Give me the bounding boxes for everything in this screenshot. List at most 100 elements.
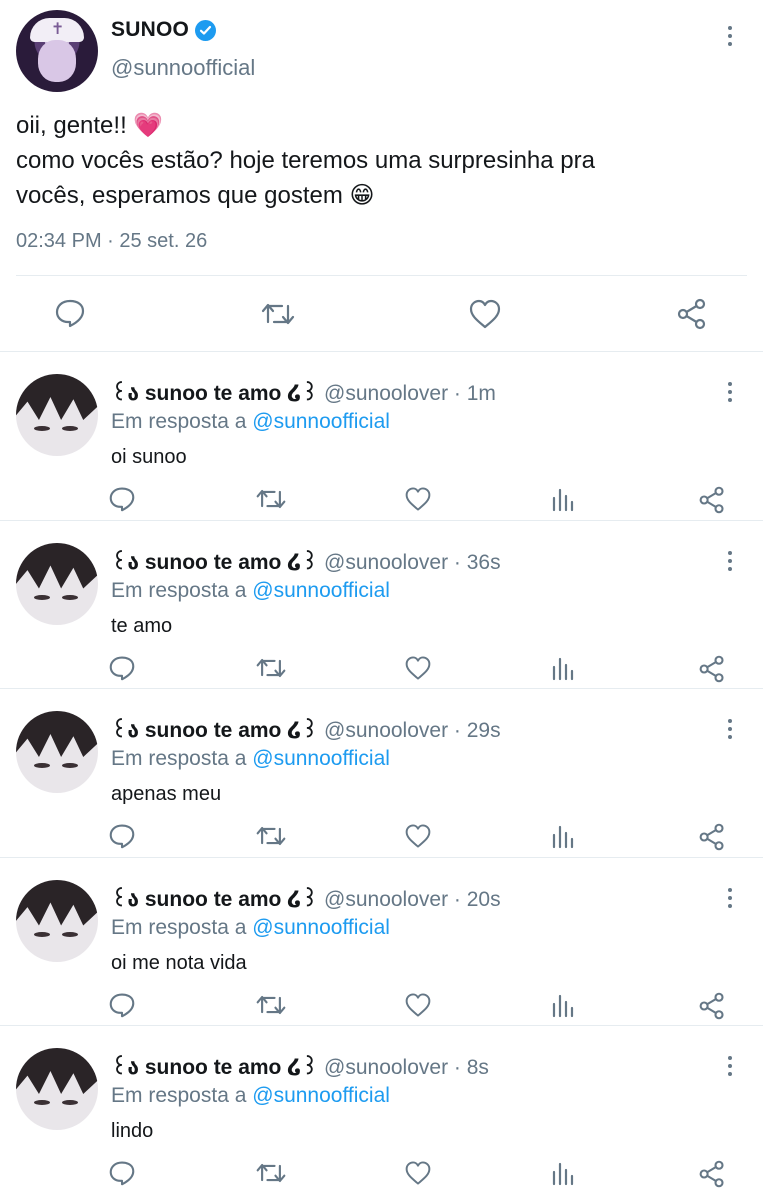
- reply-header: ꒰ა sunoo te amo ໒꒱ @sunoolover · 36s: [111, 547, 501, 575]
- more-icon[interactable]: [727, 1056, 733, 1076]
- reply-action-bar: [0, 655, 763, 683]
- views-icon[interactable]: [551, 655, 575, 681]
- avatar[interactable]: [16, 711, 98, 793]
- cap-graphic: [30, 18, 84, 42]
- author-display-name[interactable]: SUNOO: [111, 18, 189, 42]
- tweet-body: oii, gente!! 💗 como vocês estão? hoje te…: [16, 108, 741, 213]
- reply-prefix: Em resposta a: [111, 578, 247, 602]
- like-icon[interactable]: [403, 992, 433, 1018]
- reply-header: ꒰ა sunoo te amo ໒꒱ @sunoolover · 20s: [111, 884, 501, 912]
- reply-context: Em resposta a @sunnoofficial: [111, 1084, 390, 1108]
- reply-display-name[interactable]: ꒰ა sunoo te amo ໒꒱: [111, 382, 318, 405]
- reply-text: apenas meu: [111, 783, 222, 805]
- reply-icon[interactable]: [107, 992, 137, 1018]
- like-icon[interactable]: [403, 486, 433, 512]
- reply-display-name[interactable]: ꒰ა sunoo te amo ໒꒱: [111, 551, 318, 574]
- reply-context: Em resposta a @sunnoofficial: [111, 747, 390, 771]
- reply-to-link[interactable]: @sunnoofficial: [252, 916, 390, 939]
- like-icon[interactable]: [468, 298, 502, 330]
- reply-prefix: Em resposta a: [111, 410, 247, 433]
- retweet-icon[interactable]: [260, 300, 296, 328]
- retweet-icon[interactable]: [255, 992, 287, 1018]
- share-icon[interactable]: [676, 298, 708, 330]
- avatar[interactable]: [16, 10, 98, 92]
- reply-meta: @sunoolover · 36s: [324, 550, 501, 574]
- tweet-timestamp[interactable]: 02:34 PM · 25 set. 26: [16, 230, 207, 253]
- reply-meta: @sunoolover · 29s: [324, 719, 501, 742]
- reply-display-name[interactable]: ꒰ა sunoo te amo ໒꒱: [111, 888, 318, 911]
- more-icon[interactable]: [727, 719, 733, 739]
- reply-action-bar: [0, 823, 763, 851]
- share-icon[interactable]: [698, 823, 726, 851]
- reply-context: Em resposta a @sunnoofficial: [111, 916, 390, 940]
- like-icon[interactable]: [403, 823, 433, 849]
- more-icon[interactable]: [727, 550, 733, 571]
- author-name-row: SUNOO: [111, 18, 217, 42]
- reply-tweet[interactable]: ꒰ა sunoo te amo ໒꒱ @sunoolover · 29s Em …: [0, 689, 763, 858]
- views-icon[interactable]: [551, 1160, 575, 1186]
- reply-to-link[interactable]: @sunnoofficial: [252, 579, 390, 602]
- reply-tweet[interactable]: ꒰ა sunoo te amo ໒꒱ @sunoolover · 20s Em …: [0, 858, 763, 1026]
- retweet-icon[interactable]: [255, 486, 287, 512]
- reply-text: te amo: [111, 614, 173, 637]
- reply-display-name[interactable]: ꒰ა sunoo te amo ໒꒱: [111, 1056, 318, 1079]
- tweet-line: como vocês estão? hoje teremos uma surpr…: [16, 147, 595, 174]
- reply-header: ꒰ა sunoo te amo ໒꒱ @sunoolover · 1m: [111, 378, 496, 406]
- share-icon[interactable]: [698, 655, 726, 683]
- reply-text: oi me nota vida: [111, 951, 247, 974]
- reply-meta: @sunoolover · 20s: [324, 887, 501, 911]
- share-icon[interactable]: [698, 1160, 726, 1188]
- reply-meta: @sunoolover · 8s: [324, 1056, 489, 1079]
- avatar[interactable]: [16, 542, 98, 625]
- reply-to-link[interactable]: @sunnoofficial: [252, 1084, 390, 1107]
- like-icon[interactable]: [403, 1160, 433, 1186]
- reply-text: lindo: [111, 1120, 154, 1142]
- reply-prefix: Em resposta a: [111, 1084, 247, 1107]
- reply-icon[interactable]: [107, 655, 137, 681]
- avatar[interactable]: [16, 879, 98, 962]
- reply-header: ꒰ა sunoo te amo ໒꒱ @sunoolover · 8s: [111, 1052, 489, 1080]
- retweet-icon[interactable]: [255, 823, 287, 849]
- reply-text: oi sunoo: [111, 446, 187, 468]
- reply-tweet[interactable]: ꒰ა sunoo te amo ໒꒱ @sunoolover · 8s Em r…: [0, 1026, 763, 1195]
- face-graphic: [38, 40, 76, 82]
- main-action-bar: [0, 296, 763, 332]
- main-tweet: SUNOO @sunnoofficial oii, gente!! 💗 como…: [0, 0, 763, 352]
- reply-list: ꒰ა sunoo te amo ໒꒱ @sunoolover · 1m Em r…: [0, 352, 763, 1195]
- reply-prefix: Em resposta a: [111, 915, 247, 939]
- share-icon[interactable]: [698, 992, 726, 1020]
- reply-to-link[interactable]: @sunnoofficial: [252, 410, 390, 433]
- reply-tweet[interactable]: ꒰ა sunoo te amo ໒꒱ @sunoolover · 36s Em …: [0, 521, 763, 689]
- avatar[interactable]: [16, 374, 98, 456]
- reply-context: Em resposta a @sunnoofficial: [111, 410, 390, 434]
- reply-action-bar: [0, 1160, 763, 1188]
- verified-badge-icon: [195, 19, 217, 41]
- reply-icon[interactable]: [107, 486, 137, 512]
- more-icon[interactable]: [727, 382, 733, 402]
- more-icon[interactable]: [727, 887, 733, 908]
- reply-header: ꒰ა sunoo te amo ໒꒱ @sunoolover · 29s: [111, 715, 501, 743]
- avatar[interactable]: [16, 1048, 98, 1130]
- like-icon[interactable]: [403, 655, 433, 681]
- divider: [16, 275, 747, 276]
- reply-tweet[interactable]: ꒰ა sunoo te amo ໒꒱ @sunoolover · 1m Em r…: [0, 352, 763, 521]
- reply-meta: @sunoolover · 1m: [324, 382, 496, 405]
- reply-display-name[interactable]: ꒰ა sunoo te amo ໒꒱: [111, 719, 318, 742]
- reply-prefix: Em resposta a: [111, 747, 247, 770]
- reply-to-link[interactable]: @sunnoofficial: [252, 747, 390, 770]
- reply-action-bar: [0, 992, 763, 1020]
- more-icon[interactable]: [727, 26, 733, 46]
- author-handle[interactable]: @sunnoofficial: [111, 55, 255, 81]
- retweet-icon[interactable]: [255, 655, 287, 681]
- tweet-line: vocês, esperamos que gostem 😁: [16, 182, 375, 209]
- reply-icon[interactable]: [107, 823, 137, 849]
- views-icon[interactable]: [551, 486, 575, 512]
- views-icon[interactable]: [551, 992, 575, 1018]
- share-icon[interactable]: [698, 486, 726, 514]
- reply-icon[interactable]: [54, 298, 86, 328]
- reply-context: Em resposta a @sunnoofficial: [111, 579, 390, 603]
- views-icon[interactable]: [551, 823, 575, 849]
- retweet-icon[interactable]: [255, 1160, 287, 1186]
- tweet-line: oii, gente!! 💗: [16, 112, 164, 139]
- reply-icon[interactable]: [107, 1160, 137, 1186]
